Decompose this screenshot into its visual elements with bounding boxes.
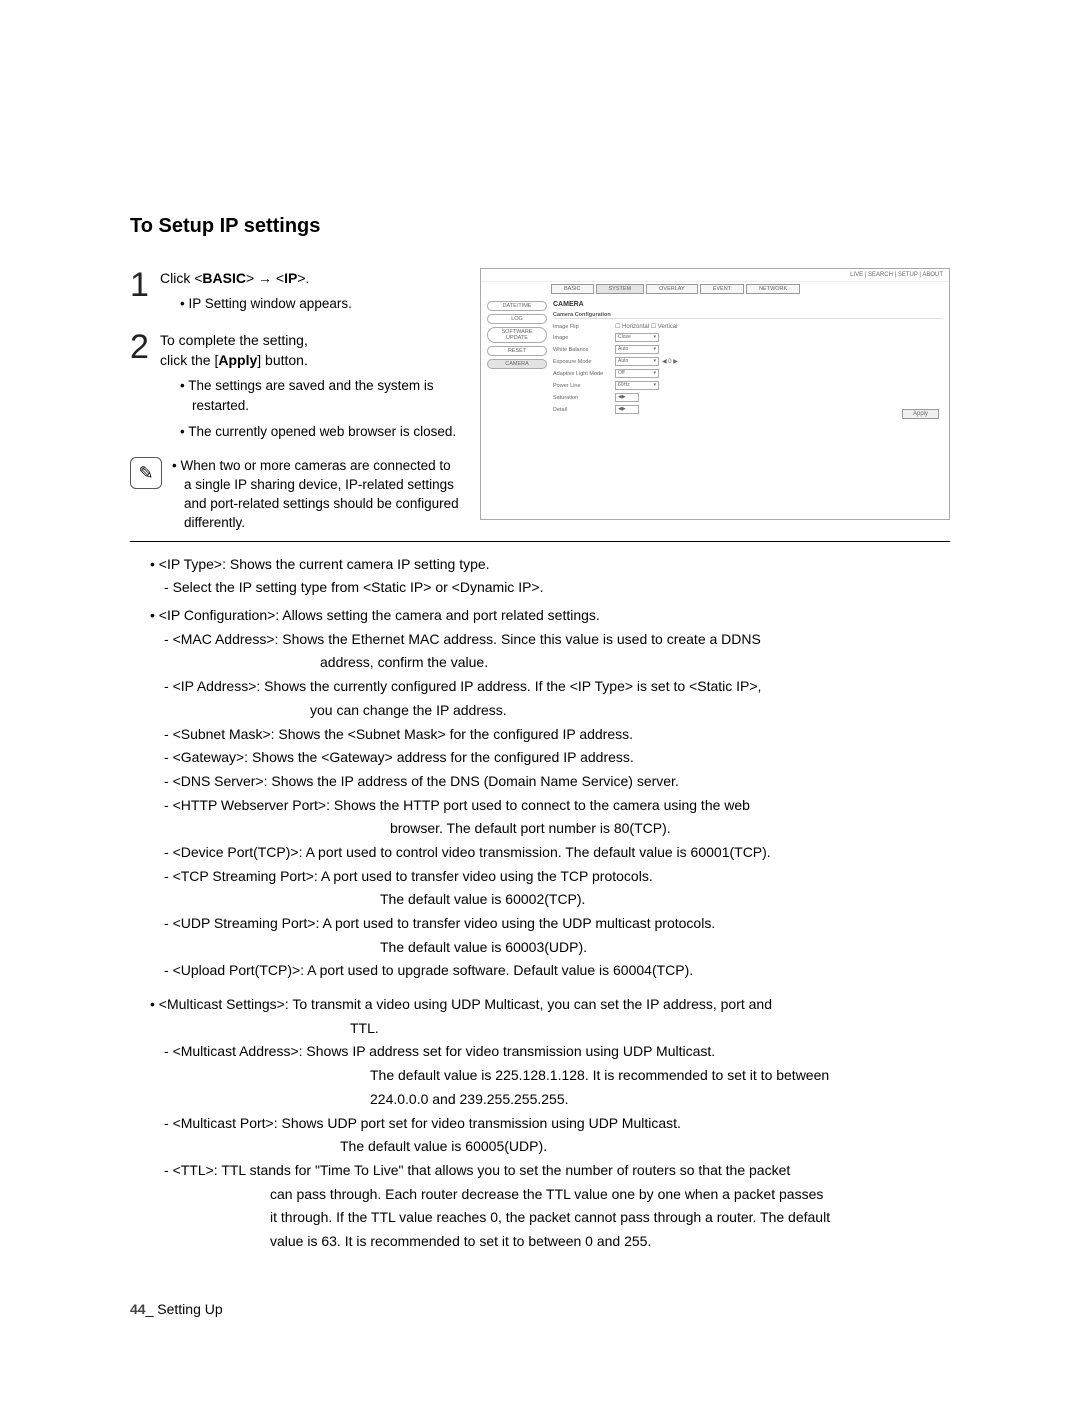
step1-text: Click <BASIC> → <IP>. <box>160 270 309 286</box>
ss-breadcrumb: LIVE | SEARCH | SETUP | ABOUT <box>481 269 949 282</box>
row-alm-label: Adaptive Light Mode <box>553 371 615 377</box>
row-det-label: Detail <box>553 407 615 413</box>
tab-basic[interactable]: BASIC <box>551 284 594 294</box>
step2-bullet2: The currently opened web browser is clos… <box>180 422 460 442</box>
def-maddr3: 224.0.0.0 and 239.255.255.255. <box>370 1089 950 1111</box>
ss-sub: Camera Configuration <box>553 312 943 319</box>
step2-line2: click the [Apply] button. <box>160 350 460 370</box>
def-subnet: <Subnet Mask>: Shows the <Subnet Mask> f… <box>164 724 950 746</box>
def-gateway: <Gateway>: Shows the <Gateway> address f… <box>164 747 950 769</box>
def-mport: <Multicast Port>: Shows UDP port set for… <box>164 1113 950 1135</box>
row-exp-label: Exposure Mode <box>553 359 615 365</box>
apply-button[interactable]: Apply <box>902 409 939 419</box>
def-maddr2: The default value is 225.128.1.128. It i… <box>370 1065 950 1087</box>
def-device: <Device Port(TCP)>: A port used to contr… <box>164 842 950 864</box>
def-upload: <Upload Port(TCP)>: A port used to upgra… <box>164 960 950 982</box>
def-mcast: <Multicast Settings>: To transmit a vide… <box>150 994 950 1016</box>
ss-main: CAMERA Camera Configuration Image Flip☐ … <box>547 301 943 417</box>
row-sat-ctrl[interactable]: ◀▶ <box>615 393 639 402</box>
divider <box>130 541 950 542</box>
step1-bullet: IP Setting window appears. <box>180 294 460 314</box>
def-ttl: <TTL>: TTL stands for "Time To Live" tha… <box>164 1160 950 1182</box>
def-iptype: <IP Type>: Shows the current camera IP s… <box>150 554 950 576</box>
def-udp: <UDP Streaming Port>: A port used to tra… <box>164 913 950 935</box>
def-mcast2: TTL. <box>350 1018 950 1040</box>
step-number-2: 2 <box>130 330 160 441</box>
row-pl-ctrl[interactable]: 60Hz <box>615 381 659 390</box>
def-ipaddr2: you can change the IP address. <box>310 700 950 722</box>
side-swupdate[interactable]: SOFTWARE UPDATE <box>487 327 547 343</box>
tab-overlay[interactable]: OVERLAY <box>646 284 698 294</box>
row-imageflip-ctrl[interactable]: ☐ Horizontal ☐ Vertical <box>615 323 677 330</box>
settings-screenshot: LIVE | SEARCH | SETUP | ABOUT BASIC SYST… <box>480 268 950 520</box>
row-imageflip-label: Image Flip <box>553 324 615 330</box>
def-http: <HTTP Webserver Port>: Shows the HTTP po… <box>164 795 950 817</box>
def-ttl3: it through. If the TTL value reaches 0, … <box>270 1207 950 1229</box>
row-wb-label: White Balance <box>553 347 615 353</box>
step-2: 2 To complete the setting, click the [Ap… <box>130 330 460 441</box>
def-iptype-sub: Select the IP setting type from <Static … <box>164 577 950 599</box>
row-exp-extra[interactable]: ◀ 0 ▶ <box>662 358 678 365</box>
side-camera[interactable]: CAMERA <box>487 359 547 369</box>
def-ttl2: can pass through. Each router decrease t… <box>270 1184 950 1206</box>
row-sat-label: Saturation <box>553 395 615 401</box>
page-footer: 44_ Setting Up <box>130 1301 950 1317</box>
row-alm-ctrl[interactable]: Off <box>615 369 659 378</box>
def-http2: browser. The default port number is 80(T… <box>390 818 950 840</box>
note-text: • When two or more cameras are connected… <box>172 457 460 533</box>
row-image-ctrl[interactable]: Close <box>615 333 659 342</box>
note-icon: ✎ <box>130 457 162 489</box>
def-ttl4: value is 63. It is recommended to set it… <box>270 1231 950 1253</box>
def-mport2: The default value is 60005(UDP). <box>340 1136 950 1158</box>
row-pl-label: Power Line <box>553 383 615 389</box>
def-mac: <MAC Address>: Shows the Ethernet MAC ad… <box>164 629 950 651</box>
def-udp2: The default value is 60003(UDP). <box>380 937 950 959</box>
step2-bullet1: The settings are saved and the system is… <box>180 376 460 415</box>
row-exp-ctrl[interactable]: Auto <box>615 357 659 366</box>
def-ipconfig: <IP Configuration>: Allows setting the c… <box>150 605 950 627</box>
def-tcp2: The default value is 60002(TCP). <box>380 889 950 911</box>
definitions: <IP Type>: Shows the current camera IP s… <box>130 554 950 1253</box>
step2-line1: To complete the setting, <box>160 330 460 350</box>
step-1: 1 Click <BASIC> → <IP>. IP Setting windo… <box>130 268 460 314</box>
instructions: 1 Click <BASIC> → <IP>. IP Setting windo… <box>130 268 460 533</box>
tab-event[interactable]: EVENT <box>700 284 744 294</box>
row-wb-ctrl[interactable]: Auto <box>615 345 659 354</box>
side-log[interactable]: LOG <box>487 314 547 324</box>
ss-sidebar: DATE/TIME LOG SOFTWARE UPDATE RESET CAME… <box>487 301 547 417</box>
def-maddr: <Multicast Address>: Shows IP address se… <box>164 1041 950 1063</box>
side-reset[interactable]: RESET <box>487 346 547 356</box>
tab-system[interactable]: SYSTEM <box>596 284 645 294</box>
section-heading: To Setup IP settings <box>130 215 950 238</box>
step-number-1: 1 <box>130 268 160 314</box>
ss-tabs: BASIC SYSTEM OVERLAY EVENT NETWORK <box>481 282 949 297</box>
row-image-label: Image <box>553 335 615 341</box>
def-ipaddr: <IP Address>: Shows the currently config… <box>164 676 950 698</box>
def-dns: <DNS Server>: Shows the IP address of th… <box>164 771 950 793</box>
side-datetime[interactable]: DATE/TIME <box>487 301 547 311</box>
ss-title: CAMERA <box>553 301 943 308</box>
def-tcp: <TCP Streaming Port>: A port used to tra… <box>164 866 950 888</box>
tab-network[interactable]: NETWORK <box>746 284 800 294</box>
def-mac2: address, confirm the value. <box>320 652 950 674</box>
note: ✎ • When two or more cameras are connect… <box>130 457 460 533</box>
row-det-ctrl[interactable]: ◀▶ <box>615 405 639 414</box>
